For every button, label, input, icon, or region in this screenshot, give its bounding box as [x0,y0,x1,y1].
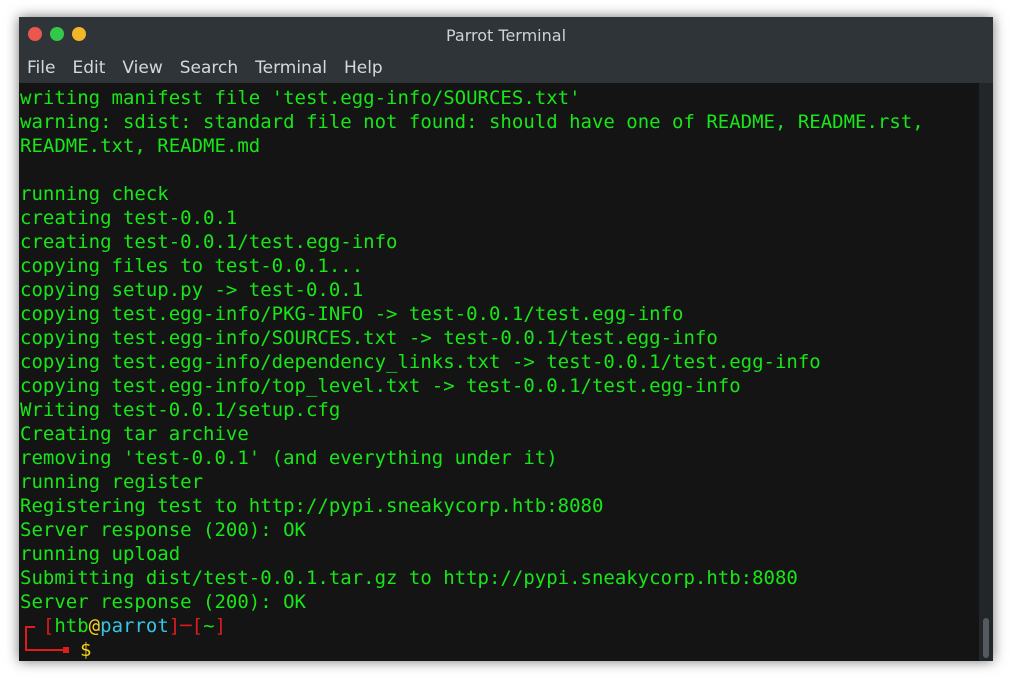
output-line: copying test.egg-info/SOURCES.txt -> tes… [20,327,718,349]
menu-view[interactable]: View [122,58,162,78]
output-line: copying test.egg-info/PKG-INFO -> test-0… [20,303,684,325]
output-line: Server response (200): OK [20,591,306,613]
prompt-dir: ~ [203,615,215,637]
window-title: Parrot Terminal [445,26,567,45]
output-line: Registering test to http://pypi.sneakyco… [20,495,604,517]
output-line: creating test-0.0.1 [20,207,238,229]
output-line: copying files to test-0.0.1... [20,255,364,277]
prompt-dir-open: [ [191,615,204,637]
menu-edit[interactable]: Edit [72,58,105,78]
prompt-dash: ─ [180,615,192,637]
output-line: removing 'test-0.0.1' (and everything un… [20,447,558,469]
output-line: copying setup.py -> test-0.0.1 [20,279,364,301]
output-line: warning: sdist: standard file not found:… [20,111,924,133]
menu-search[interactable]: Search [180,58,238,78]
output-line: Creating tar archive [20,423,249,445]
output-line: writing manifest file 'test.egg-info/SOU… [20,87,581,109]
terminal-lines: writing manifest file 'test.egg-info/SOU… [20,86,978,614]
prompt-frame-tip [63,647,69,653]
output-line: creating test-0.0.1/test.egg-info [20,231,398,253]
prompt-close-bracket: ] [168,615,181,637]
prompt-open-bracket: [ [42,615,55,637]
output-line: copying test.egg-info/dependency_links.t… [20,351,821,373]
output-line: README.txt, README.md [20,135,261,157]
output-line: running check [20,183,169,205]
menu-terminal[interactable]: Terminal [255,58,327,78]
prompt-dir-close: ] [214,615,227,637]
scrollbar-thumb[interactable] [983,618,989,658]
scrollbar[interactable] [979,83,993,661]
title-bar[interactable]: Parrot Terminal [19,17,993,53]
output-line: running upload [20,543,181,565]
terminal-window: Parrot Terminal File Edit View Search Te… [19,17,993,661]
prompt-at: @ [88,615,101,637]
terminal-output-area[interactable]: writing manifest file 'test.egg-info/SOU… [19,83,979,661]
menu-file[interactable]: File [27,58,55,78]
prompt-frame-horizontal [25,649,67,651]
output-line: copying test.egg-info/top_level.txt -> t… [20,375,741,397]
output-line: Submitting dist/test-0.0.1.tar.gz to htt… [20,567,798,589]
prompt-user: htb [54,615,89,637]
prompt-host: parrot [100,615,169,637]
menu-help[interactable]: Help [344,58,383,78]
output-line: Server response (200): OK [20,519,306,541]
output-line: Writing test-0.0.1/setup.cfg [20,399,341,421]
prompt-line: [htb@parrot]─[~] [20,614,226,638]
menu-bar: File Edit View Search Terminal Help [19,53,993,83]
output-line: running register [20,471,204,493]
prompt-symbol: $ [80,639,92,661]
